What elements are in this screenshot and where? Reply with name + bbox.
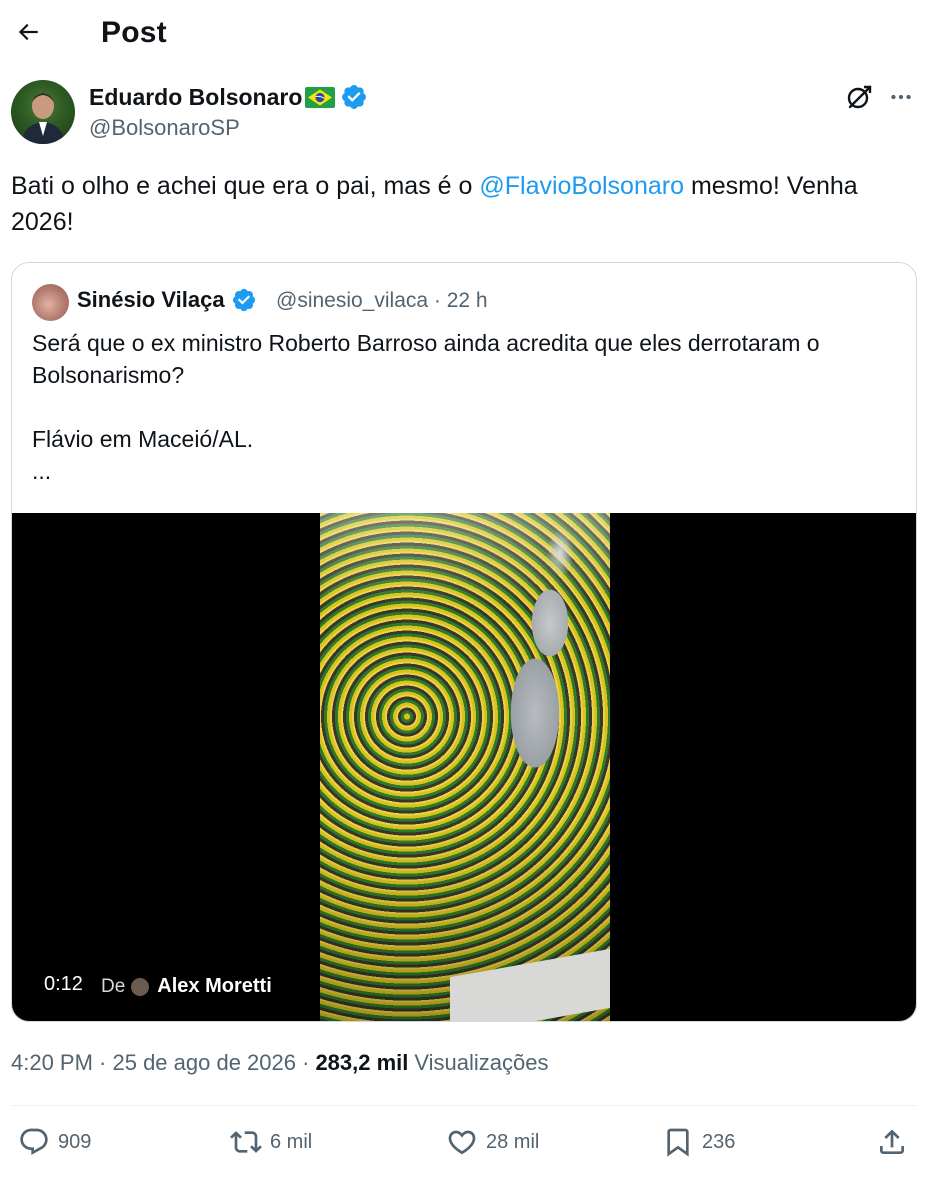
video-thumbnail bbox=[320, 513, 610, 1021]
header: Post bbox=[0, 0, 932, 70]
author-avatar[interactable] bbox=[11, 80, 75, 144]
page-title: Post bbox=[101, 16, 167, 49]
author-name[interactable]: Eduardo Bolsonaro bbox=[89, 84, 302, 111]
post-text-start: Bati o olho e achei que era o pai, mas é… bbox=[11, 172, 480, 200]
repost-button[interactable]: 6 mil bbox=[230, 1126, 312, 1158]
views-label: Visualizações bbox=[414, 1050, 549, 1075]
reply-count: 909 bbox=[58, 1130, 92, 1153]
post-timestamp-row: 4:20 PM · 25 de ago de 2026 · 283,2 mil … bbox=[11, 1050, 549, 1076]
repost-count: 6 mil bbox=[270, 1130, 313, 1153]
share-button[interactable] bbox=[876, 1126, 908, 1158]
action-bar: 909 6 mil 28 mil 236 bbox=[0, 1120, 932, 1170]
quote-author-name-row[interactable]: Sinésio Vilaça bbox=[77, 287, 257, 313]
author-handle[interactable]: @BolsonaroSP bbox=[89, 115, 240, 141]
bookmark-count: 236 bbox=[702, 1130, 736, 1153]
divider bbox=[11, 1105, 917, 1106]
author-name-row[interactable]: Eduardo Bolsonaro bbox=[89, 83, 368, 111]
quote-author-name[interactable]: Sinésio Vilaça bbox=[77, 287, 225, 313]
quote-author-avatar[interactable] bbox=[32, 284, 69, 321]
like-count: 28 mil bbox=[486, 1130, 540, 1153]
video-author-avatar bbox=[131, 977, 150, 996]
post-timestamp[interactable]: 4:20 PM · 25 de ago de 2026 · bbox=[11, 1050, 309, 1076]
quoted-post[interactable]: Sinésio Vilaça @sinesio_vilaca · 22 h Se… bbox=[11, 262, 917, 1022]
video-duration: 0:12 bbox=[44, 973, 83, 995]
quote-author-meta: @sinesio_vilaca · 22 h bbox=[276, 289, 488, 312]
brazil-flag-icon bbox=[305, 87, 336, 108]
verified-badge-icon bbox=[232, 288, 255, 312]
avatar-image bbox=[21, 93, 65, 144]
grok-icon bbox=[847, 85, 872, 109]
more-horizontal-icon bbox=[891, 94, 911, 100]
bookmark-icon bbox=[667, 1128, 689, 1157]
views-count: 283,2 mil bbox=[315, 1050, 409, 1075]
verified-badge-icon bbox=[342, 85, 367, 109]
share-icon bbox=[880, 1129, 904, 1154]
more-options-button[interactable] bbox=[884, 80, 918, 114]
mention-link[interactable]: @FlavioBolsonaro bbox=[479, 172, 684, 200]
quote-text: Será que o ex ministro Roberto Barroso a… bbox=[32, 330, 820, 484]
video-author-name[interactable]: Alex Moretti bbox=[157, 975, 271, 998]
arrow-left-icon bbox=[18, 23, 38, 41]
repost-icon bbox=[230, 1131, 262, 1153]
post-text: Bati o olho e achei que era o pai, mas é… bbox=[11, 168, 911, 240]
back-button[interactable] bbox=[10, 14, 46, 50]
video-from-label: De bbox=[101, 975, 126, 997]
video-attribution[interactable]: De Alex Moretti bbox=[101, 975, 272, 998]
reply-button[interactable]: 909 bbox=[18, 1126, 91, 1158]
reply-icon bbox=[20, 1128, 48, 1155]
video-player[interactable]: 0:12 De Alex Moretti bbox=[12, 513, 916, 1021]
like-button[interactable]: 28 mil bbox=[446, 1126, 539, 1158]
video-shade bbox=[320, 513, 610, 1021]
heart-icon bbox=[448, 1130, 476, 1155]
bookmark-button[interactable]: 236 bbox=[662, 1126, 735, 1158]
grok-button[interactable] bbox=[842, 80, 876, 114]
